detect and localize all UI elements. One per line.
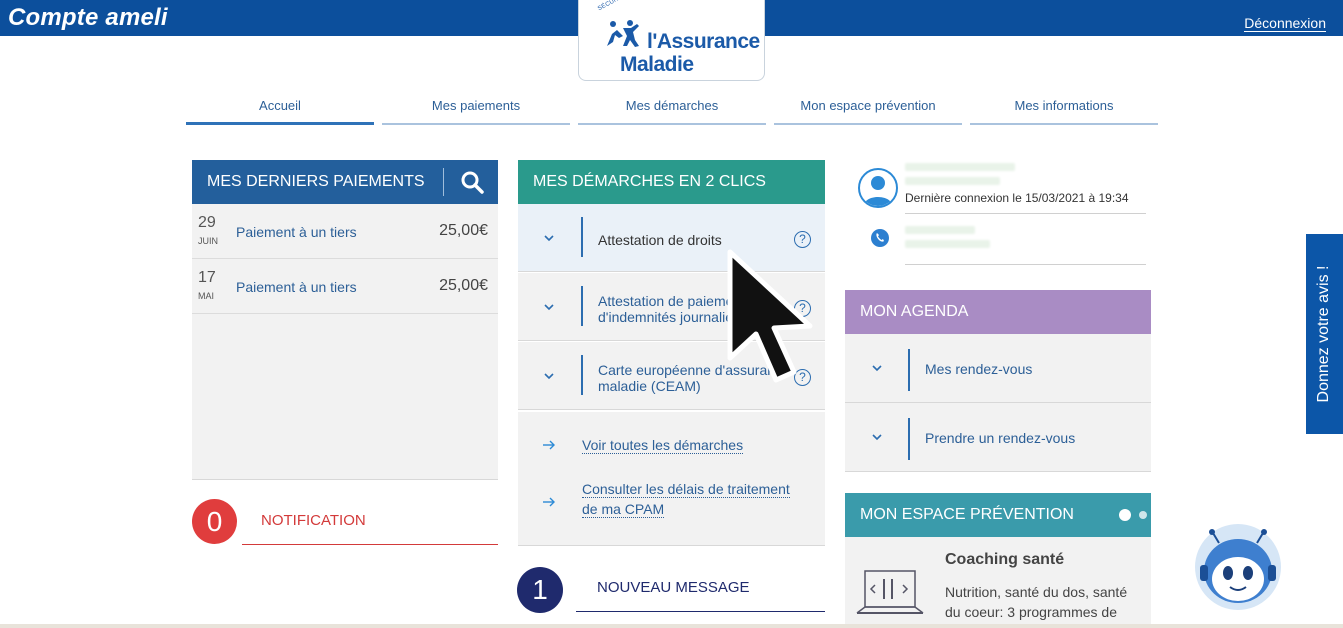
arrow-right-icon <box>543 497 555 507</box>
logout-link[interactable]: Déconnexion <box>1244 15 1326 32</box>
redacted-phone <box>905 226 975 234</box>
payment-amount: 25,00€ <box>439 277 488 294</box>
delais-traitement-link-line2[interactable]: de ma CPAM <box>582 499 665 519</box>
search-icon[interactable] <box>460 170 484 194</box>
divider <box>905 264 1146 265</box>
payment-row[interactable]: 29 JUIN Paiement à un tiers 25,00€ <box>192 204 498 259</box>
logo-small-text: SÉCURITÉ SOCIALE <box>597 0 655 12</box>
help-icon[interactable]: ? <box>794 231 811 248</box>
chevron-down-icon <box>872 365 882 372</box>
voir-demarches-link[interactable]: Voir toutes les démarches <box>582 435 744 455</box>
payment-amount: 25,00€ <box>439 222 488 239</box>
feedback-tab[interactable]: Donnez votre avis ! <box>1306 234 1343 434</box>
demarches-title: MES DÉMARCHES EN 2 CLICS <box>533 173 766 190</box>
demarche-label-line2: maladie (CEAM) <box>598 378 701 394</box>
demarches-links: Voir toutes les démarches Consulter les … <box>518 412 825 546</box>
redacted-id <box>905 177 1000 185</box>
item-divider <box>581 286 583 326</box>
carousel-dot-active[interactable] <box>1119 509 1131 521</box>
demarche-label: Attestation de droits <box>598 232 722 248</box>
user-icon[interactable] <box>858 168 898 208</box>
feedback-label: Donnez votre avis ! <box>1315 265 1332 403</box>
link-text: Voir toutes les démarches <box>582 437 744 454</box>
logo-people-icon <box>607 20 639 47</box>
payments-list: 29 JUIN Paiement à un tiers 25,00€ 17 MA… <box>192 204 498 480</box>
tab-accueil[interactable]: Accueil <box>186 98 374 125</box>
item-divider <box>908 418 910 460</box>
tab-mes-informations[interactable]: Mes informations <box>970 98 1158 125</box>
payment-label: Paiement à un tiers <box>236 279 357 295</box>
user-silhouette-icon <box>864 176 892 206</box>
assurance-maladie-logo[interactable]: SÉCURITÉ SOCIALE l'Assurance Maladie <box>578 0 765 81</box>
agenda-label: Prendre un rendez-vous <box>925 430 1076 446</box>
prevention-card-text: Nutrition, santé du dos, santé du coeur:… <box>945 584 1128 620</box>
payment-day: 17 <box>198 269 216 286</box>
delais-traitement-link[interactable]: Consulter les délais de traitement <box>582 479 790 499</box>
notification-count-badge: 0 <box>192 499 237 544</box>
item-divider <box>581 217 583 257</box>
agenda-item-prendre-rendez-vous[interactable]: Prendre un rendez-vous <box>845 403 1151 472</box>
logo-text-maladie: Maladie <box>620 53 694 76</box>
notification-link[interactable]: NOTIFICATION <box>242 500 498 545</box>
item-divider <box>908 349 910 391</box>
header-divider <box>443 168 444 196</box>
payment-day: 29 <box>198 214 216 231</box>
prevention-title: MON ESPACE PRÉVENTION <box>860 506 1074 523</box>
redacted-name <box>905 163 1015 171</box>
page: Compte ameli Déconnexion SÉCURITÉ SOCIAL… <box>0 0 1343 628</box>
demarche-item-carte-europeenne[interactable]: Carte européenne d'assurance maladie (CE… <box>518 342 825 410</box>
new-message-link[interactable]: NOUVEAU MESSAGE <box>576 566 825 612</box>
help-icon[interactable]: ? <box>794 300 811 317</box>
chatbot-icon[interactable] <box>1193 521 1283 611</box>
demarche-label-line2: d'indemnités journalières <box>598 309 753 325</box>
tab-mes-paiements[interactable]: Mes paiements <box>382 98 570 125</box>
last-connection-text: Dernière connexion le 15/03/2021 à 19:34 <box>905 191 1129 205</box>
demarche-item-attestation-paiement[interactable]: Attestation de paiement d'indemnités jou… <box>518 273 825 341</box>
payment-label: Paiement à un tiers <box>236 224 357 240</box>
chevron-down-icon <box>544 373 554 380</box>
demarches-header: MES DÉMARCHES EN 2 CLICS <box>518 160 825 204</box>
demarche-label-line1: Carte européenne d'assurance <box>598 362 788 378</box>
payment-month: MAI <box>198 291 215 301</box>
prevention-header: MON ESPACE PRÉVENTION <box>845 493 1151 537</box>
agenda-item-mes-rendez-vous[interactable]: Mes rendez-vous <box>845 334 1151 403</box>
phone-icon <box>871 229 889 247</box>
divider <box>905 213 1146 214</box>
agenda-header: MON AGENDA <box>845 290 1151 334</box>
link-text-line2: de ma CPAM <box>582 501 665 518</box>
payments-header: MES DERNIERS PAIEMENTS <box>192 160 498 204</box>
tab-mon-espace-prevention[interactable]: Mon espace prévention <box>774 98 962 125</box>
phone-glyph-icon <box>876 233 884 242</box>
chevron-down-icon <box>544 235 554 242</box>
link-text-line1: Consulter les délais de traitement <box>582 481 790 498</box>
payment-row[interactable]: 17 MAI Paiement à un tiers 25,00€ <box>192 259 498 314</box>
agenda-label: Mes rendez-vous <box>925 361 1033 377</box>
tab-mes-demarches[interactable]: Mes démarches <box>578 98 766 125</box>
laptop-coaching-icon <box>856 570 924 614</box>
bottom-strip <box>0 624 1343 628</box>
prevention-card[interactable]: Coaching santé Nutrition, santé du dos, … <box>845 537 1151 628</box>
payments-title: MES DERNIERS PAIEMENTS <box>207 173 425 190</box>
logo-text-assurance: l'Assurance <box>647 30 760 53</box>
payment-month: JUIN <box>198 236 218 246</box>
demarche-item-attestation-droits[interactable]: Attestation de droits ? <box>518 204 825 272</box>
chevron-down-icon <box>872 434 882 441</box>
demarche-label-line1: Attestation de paiement <box>598 293 746 309</box>
item-divider <box>581 355 583 395</box>
carousel-dot[interactable] <box>1139 511 1147 519</box>
help-icon[interactable]: ? <box>794 369 811 386</box>
message-count-badge: 1 <box>517 567 563 613</box>
prevention-card-title: Coaching santé <box>945 551 1065 568</box>
redacted-phone-2 <box>905 240 990 248</box>
arrow-right-icon <box>543 440 555 450</box>
agenda-title: MON AGENDA <box>860 303 969 320</box>
chevron-down-icon <box>544 304 554 311</box>
app-title: Compte ameli <box>8 4 168 31</box>
